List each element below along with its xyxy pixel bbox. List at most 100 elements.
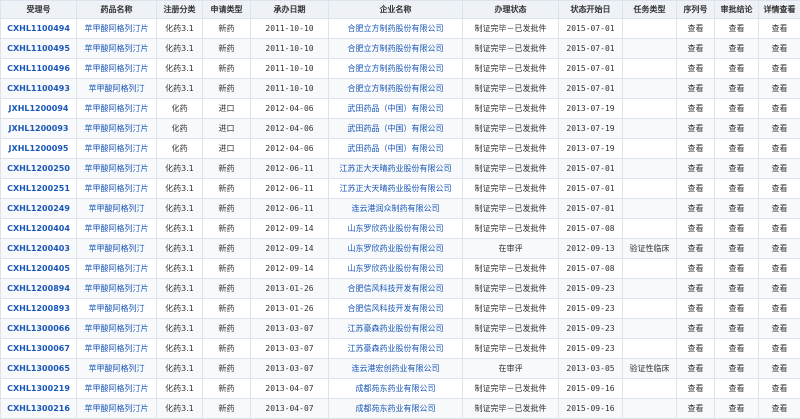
conclusion-view-link[interactable]: 查看 [715, 339, 759, 359]
detail-view-link[interactable]: 查看 [759, 119, 800, 139]
drug-name-link[interactable]: 苹甲酸阿格列汀片 [77, 319, 157, 339]
conclusion-view-link[interactable]: 查看 [715, 379, 759, 399]
serial-view-link[interactable]: 查看 [677, 19, 715, 39]
acceptance-number-link[interactable]: CXHL1200403 [1, 239, 77, 259]
company-name-link[interactable]: 合肥信风科技开发有限公司 [329, 299, 463, 319]
detail-view-link[interactable]: 查看 [759, 59, 800, 79]
serial-view-link[interactable]: 查看 [677, 319, 715, 339]
acceptance-number-link[interactable]: CXHL1100494 [1, 19, 77, 39]
serial-view-link[interactable]: 查看 [677, 179, 715, 199]
company-name-link[interactable]: 连云港宏创药业有限公司 [329, 359, 463, 379]
company-name-link[interactable]: 江苏豪森药业股份有限公司 [329, 319, 463, 339]
drug-name-link[interactable]: 苹甲酸阿格列汀 [77, 359, 157, 379]
conclusion-view-link[interactable]: 查看 [715, 259, 759, 279]
serial-view-link[interactable]: 查看 [677, 379, 715, 399]
drug-name-link[interactable]: 苹甲酸阿格列汀 [77, 199, 157, 219]
acceptance-number-link[interactable]: CXHL1300067 [1, 339, 77, 359]
company-name-link[interactable]: 合肥立方制药股份有限公司 [329, 39, 463, 59]
detail-view-link[interactable]: 查看 [759, 19, 800, 39]
detail-view-link[interactable]: 查看 [759, 199, 800, 219]
acceptance-number-link[interactable]: CXHL1200404 [1, 219, 77, 239]
serial-view-link[interactable]: 查看 [677, 299, 715, 319]
detail-view-link[interactable]: 查看 [759, 359, 800, 379]
acceptance-number-link[interactable]: CXHL1200405 [1, 259, 77, 279]
conclusion-view-link[interactable]: 查看 [715, 319, 759, 339]
company-name-link[interactable]: 江苏正大天晴药业股份有限公司 [329, 159, 463, 179]
detail-view-link[interactable]: 查看 [759, 319, 800, 339]
serial-view-link[interactable]: 查看 [677, 239, 715, 259]
company-name-link[interactable]: 合肥立方制药股份有限公司 [329, 59, 463, 79]
detail-view-link[interactable]: 查看 [759, 279, 800, 299]
serial-view-link[interactable]: 查看 [677, 159, 715, 179]
drug-name-link[interactable]: 苹甲酸阿格列汀片 [77, 179, 157, 199]
detail-view-link[interactable]: 查看 [759, 219, 800, 239]
drug-name-link[interactable]: 苹甲酸阿格列汀 [77, 299, 157, 319]
conclusion-view-link[interactable]: 查看 [715, 239, 759, 259]
drug-name-link[interactable]: 苹甲酸阿格列汀片 [77, 99, 157, 119]
company-name-link[interactable]: 连云港润众制药有限公司 [329, 199, 463, 219]
company-name-link[interactable]: 山东罗欣药业股份有限公司 [329, 239, 463, 259]
drug-name-link[interactable]: 苹甲酸阿格列汀片 [77, 159, 157, 179]
conclusion-view-link[interactable]: 查看 [715, 179, 759, 199]
detail-view-link[interactable]: 查看 [759, 239, 800, 259]
serial-view-link[interactable]: 查看 [677, 279, 715, 299]
detail-view-link[interactable]: 查看 [759, 39, 800, 59]
detail-view-link[interactable]: 查看 [759, 259, 800, 279]
company-name-link[interactable]: 武田药品（中国）有限公司 [329, 119, 463, 139]
detail-view-link[interactable]: 查看 [759, 99, 800, 119]
drug-name-link[interactable]: 苹甲酸阿格列汀片 [77, 339, 157, 359]
company-name-link[interactable]: 山东罗欣药业股份有限公司 [329, 259, 463, 279]
detail-view-link[interactable]: 查看 [759, 159, 800, 179]
conclusion-view-link[interactable]: 查看 [715, 359, 759, 379]
drug-name-link[interactable]: 苹甲酸阿格列汀片 [77, 19, 157, 39]
acceptance-number-link[interactable]: CXHL1200894 [1, 279, 77, 299]
company-name-link[interactable]: 合肥立方制药股份有限公司 [329, 19, 463, 39]
detail-view-link[interactable]: 查看 [759, 139, 800, 159]
acceptance-number-link[interactable]: CXHL1200251 [1, 179, 77, 199]
drug-name-link[interactable]: 苹甲酸阿格列汀 [77, 239, 157, 259]
conclusion-view-link[interactable]: 查看 [715, 219, 759, 239]
drug-name-link[interactable]: 苹甲酸阿格列汀片 [77, 379, 157, 399]
acceptance-number-link[interactable]: JXHL1200094 [1, 99, 77, 119]
acceptance-number-link[interactable]: CXHL1100496 [1, 59, 77, 79]
drug-name-link[interactable]: 苹甲酸阿格列汀 [77, 79, 157, 99]
conclusion-view-link[interactable]: 查看 [715, 139, 759, 159]
company-name-link[interactable]: 武田药品（中国）有限公司 [329, 99, 463, 119]
serial-view-link[interactable]: 查看 [677, 59, 715, 79]
detail-view-link[interactable]: 查看 [759, 339, 800, 359]
drug-name-link[interactable]: 苹甲酸阿格列汀片 [77, 279, 157, 299]
conclusion-view-link[interactable]: 查看 [715, 79, 759, 99]
company-name-link[interactable]: 江苏豪森药业股份有限公司 [329, 339, 463, 359]
company-name-link[interactable]: 合肥信风科技开发有限公司 [329, 279, 463, 299]
company-name-link[interactable]: 武田药品（中国）有限公司 [329, 139, 463, 159]
acceptance-number-link[interactable]: CXHL1300066 [1, 319, 77, 339]
serial-view-link[interactable]: 查看 [677, 339, 715, 359]
serial-view-link[interactable]: 查看 [677, 219, 715, 239]
conclusion-view-link[interactable]: 查看 [715, 39, 759, 59]
detail-view-link[interactable]: 查看 [759, 179, 800, 199]
serial-view-link[interactable]: 查看 [677, 259, 715, 279]
detail-view-link[interactable]: 查看 [759, 79, 800, 99]
acceptance-number-link[interactable]: JXHL1200095 [1, 139, 77, 159]
conclusion-view-link[interactable]: 查看 [715, 199, 759, 219]
company-name-link[interactable]: 成都苑东药业有限公司 [329, 379, 463, 399]
acceptance-number-link[interactable]: CXHL1300219 [1, 379, 77, 399]
conclusion-view-link[interactable]: 查看 [715, 159, 759, 179]
acceptance-number-link[interactable]: CXHL1300065 [1, 359, 77, 379]
acceptance-number-link[interactable]: CXHL1100493 [1, 79, 77, 99]
conclusion-view-link[interactable]: 查看 [715, 299, 759, 319]
conclusion-view-link[interactable]: 查看 [715, 59, 759, 79]
acceptance-number-link[interactable]: JXHL1200093 [1, 119, 77, 139]
conclusion-view-link[interactable]: 查看 [715, 19, 759, 39]
detail-view-link[interactable]: 查看 [759, 299, 800, 319]
serial-view-link[interactable]: 查看 [677, 79, 715, 99]
serial-view-link[interactable]: 查看 [677, 139, 715, 159]
company-name-link[interactable]: 山东罗欣药业股份有限公司 [329, 219, 463, 239]
serial-view-link[interactable]: 查看 [677, 99, 715, 119]
serial-view-link[interactable]: 查看 [677, 39, 715, 59]
drug-name-link[interactable]: 苹甲酸阿格列汀片 [77, 259, 157, 279]
conclusion-view-link[interactable]: 查看 [715, 119, 759, 139]
acceptance-number-link[interactable]: CXHL1200249 [1, 199, 77, 219]
acceptance-number-link[interactable]: CXHL1200250 [1, 159, 77, 179]
serial-view-link[interactable]: 查看 [677, 119, 715, 139]
